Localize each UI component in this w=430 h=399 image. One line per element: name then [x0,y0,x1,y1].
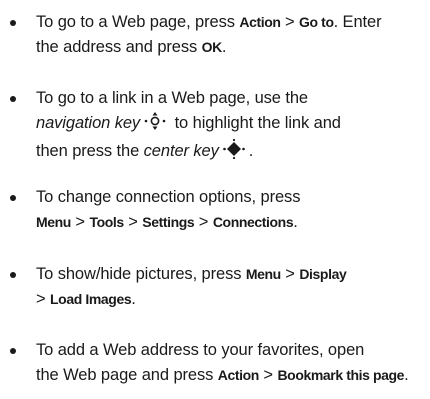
key-label-go-to: Go to [299,14,334,30]
separator: > [70,213,90,231]
text-span: then press the [36,142,144,160]
text-span: . [293,213,298,231]
separator: > [280,265,300,283]
key-label-action: Action [217,367,260,383]
text-span: . [248,142,254,160]
navigation-key-label: navigation key [36,114,141,132]
list-item: To add a Web address to your favorites, … [0,338,430,388]
item-text: To go to a link in a Web page, use the n… [36,86,430,167]
key-label-action: Action [239,14,281,30]
document-page: To go to a Web page, press Action > Go t… [0,0,430,399]
item-line: the Web page and press Action > Bookmark… [36,363,430,388]
text-span: . [221,38,227,56]
item-line: To go to a Web page, press Action > Go t… [36,10,430,35]
list-item: To show/hide pictures, press Menu > Disp… [0,262,430,312]
item-line: To show/hide pictures, press Menu > Disp… [36,262,430,287]
text-span: . Enter [333,13,382,31]
navigation-key-icon [143,111,167,139]
text-span: To go to a Web page, press [36,13,240,31]
bullet-icon [10,348,16,354]
center-key-label: center key [143,142,219,160]
item-line: Menu > Tools > Settings > Connections. [36,210,430,235]
separator: > [123,213,143,231]
text-span: . [131,290,136,308]
list-item: To change connection options, press Menu… [0,185,430,235]
list-item: To go to a Web page, press Action > Go t… [0,10,430,60]
item-line: navigation key to highlight the link and [36,111,430,139]
item-line: the address and press OK. [36,35,430,60]
item-line: To go to a link in a Web page, use the [36,89,308,107]
key-label-menu: Menu [245,266,281,282]
item-text: To change connection options, press Menu… [36,185,430,235]
item-text: To add a Web address to your favorites, … [36,338,430,388]
key-label-ok: OK [201,39,223,55]
separator: > [280,13,300,31]
text-span: the address and press [36,38,202,56]
bullet-icon [10,272,16,278]
key-label-settings: Settings [142,214,195,230]
item-line: To add a Web address to your favorites, … [36,341,365,359]
separator: > [258,366,278,384]
separator: > [36,290,51,308]
key-label-tools: Tools [89,214,124,230]
key-label-menu: Menu [36,214,71,230]
separator: > [194,213,213,231]
text-span: the Web page and press [36,366,218,384]
item-text: To show/hide pictures, press Menu > Disp… [36,262,430,312]
list-item: To go to a link in a Web page, use the n… [0,86,430,167]
item-line: > Load Images. [36,287,430,312]
key-label-display: Display [299,266,347,282]
item-line: then press the center key. [36,138,430,167]
text-span: To show/hide pictures, press [36,265,246,283]
bullet-icon [10,96,16,102]
key-label-connections: Connections [212,214,294,230]
item-text: To go to a Web page, press Action > Go t… [36,10,430,60]
text-span: to highlight the link and [170,114,341,132]
text-span: . [404,366,409,384]
item-line: To change connection options, press [36,188,301,206]
bullet-icon [10,20,16,26]
key-label-load-images: Load Images [50,291,132,307]
bullet-icon [10,195,16,201]
key-label-bookmark: Bookmark this page [277,367,405,383]
center-key-icon [222,138,246,167]
